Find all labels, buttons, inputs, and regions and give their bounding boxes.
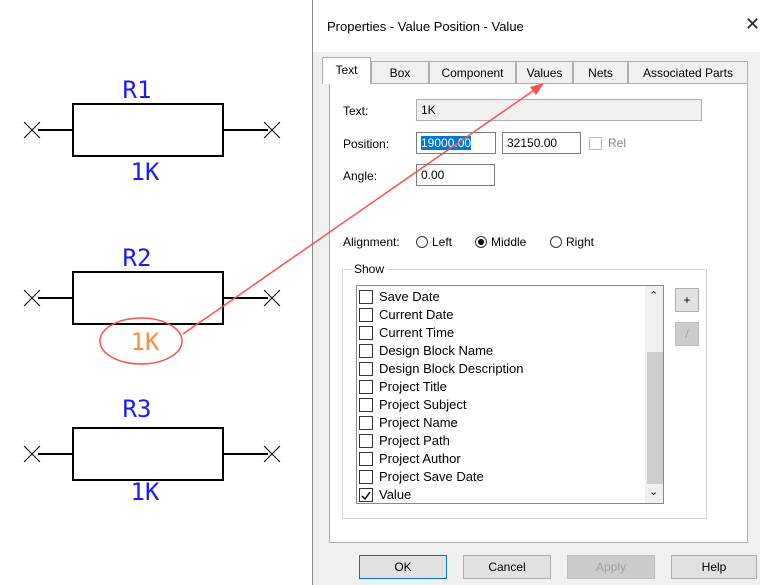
close-icon[interactable]: ✕ xyxy=(745,14,760,35)
tab-component[interactable]: Component xyxy=(429,61,516,83)
list-item-label: Project Save Date xyxy=(379,469,484,484)
resistor-body-r2[interactable] xyxy=(72,271,224,325)
list-item-label: Value xyxy=(379,487,412,502)
scrollbar-thumb[interactable] xyxy=(647,352,663,484)
list-item-label: Design Block Name xyxy=(379,343,494,358)
alignment-middle-radio[interactable] xyxy=(475,236,487,248)
tab-values[interactable]: Values xyxy=(516,61,573,83)
checkbox-checked[interactable] xyxy=(359,488,373,502)
checkbox[interactable] xyxy=(359,326,373,340)
resistor-body-r3[interactable] xyxy=(72,427,224,481)
scroll-up-icon[interactable]: ⌃ xyxy=(649,289,658,302)
list-item-label: Save Date xyxy=(379,289,440,304)
list-item-label: Project Subject xyxy=(379,397,467,412)
ref-label-r2[interactable]: R2 xyxy=(123,244,152,272)
apply-button[interactable]: Apply xyxy=(567,555,655,579)
checkbox[interactable] xyxy=(359,344,373,358)
tab-box[interactable]: Box xyxy=(371,61,429,83)
text-label: Text: xyxy=(343,104,369,118)
rel-label: Rel xyxy=(608,136,627,150)
checkbox[interactable] xyxy=(359,416,373,430)
ref-label-r1[interactable]: R1 xyxy=(123,76,152,104)
cancel-button[interactable]: Cancel xyxy=(463,555,551,579)
dialog-titlebar[interactable]: Properties - Value Position - Value ✕ xyxy=(313,0,760,52)
alignment-left-radio[interactable] xyxy=(416,236,428,248)
alignment-label: Alignment: xyxy=(343,235,400,249)
alignment-left-label[interactable]: Left xyxy=(432,235,452,249)
checkbox[interactable] xyxy=(359,452,373,466)
rel-checkbox[interactable] xyxy=(589,137,602,150)
text-field[interactable]: 1K xyxy=(416,99,702,121)
checkbox[interactable] xyxy=(359,380,373,394)
checkbox[interactable] xyxy=(359,308,373,322)
scroll-down-icon[interactable]: ⌄ xyxy=(649,485,658,498)
checkbox[interactable] xyxy=(359,470,373,484)
angle-label: Angle: xyxy=(343,169,378,183)
alignment-middle-label[interactable]: Middle xyxy=(491,235,526,249)
checkmark-icon xyxy=(361,491,371,501)
list-item-label: Project Title xyxy=(379,379,447,394)
list-item-label: Current Time xyxy=(379,325,455,340)
checkbox[interactable] xyxy=(359,398,373,412)
show-group-label: Show xyxy=(351,262,388,276)
add-button[interactable]: + xyxy=(675,288,699,312)
list-item-label: Project Name xyxy=(379,415,458,430)
list-item-label: Project Path xyxy=(379,433,450,448)
checkbox[interactable] xyxy=(359,434,373,448)
alignment-right-label[interactable]: Right xyxy=(566,235,594,249)
edit-button[interactable]: / xyxy=(675,322,699,346)
value-label-r3[interactable]: 1K xyxy=(131,478,160,506)
position-x-value: 19000.00 xyxy=(421,136,472,150)
tab-text[interactable]: Text xyxy=(322,57,371,84)
tab-associated-parts[interactable]: Associated Parts xyxy=(628,61,748,83)
alignment-right-radio[interactable] xyxy=(550,236,562,248)
value-label-r1[interactable]: 1K xyxy=(131,158,160,186)
list-item-label: Current Date xyxy=(379,307,454,322)
tab-nets[interactable]: Nets xyxy=(573,61,628,83)
help-button[interactable]: Help xyxy=(671,555,757,579)
value-label-r2[interactable]: 1K xyxy=(131,328,160,356)
resistor-body-r1[interactable] xyxy=(72,103,224,157)
position-y-field[interactable]: 32150.00 xyxy=(502,132,581,154)
position-x-field[interactable]: 19000.00 xyxy=(416,132,496,154)
checkbox[interactable] xyxy=(359,362,373,376)
list-item-label: Project Author xyxy=(379,451,461,466)
ref-label-r3[interactable]: R3 xyxy=(123,395,152,423)
dialog-title: Properties - Value Position - Value xyxy=(327,19,524,34)
checkbox[interactable] xyxy=(359,290,373,304)
show-list[interactable]: Save Date Current Date Current Time Desi… xyxy=(356,285,664,504)
position-label: Position: xyxy=(343,137,390,151)
ok-button[interactable]: OK xyxy=(359,555,447,579)
list-item-label: Design Block Description xyxy=(379,361,524,376)
angle-field[interactable]: 0.00 xyxy=(416,164,495,186)
